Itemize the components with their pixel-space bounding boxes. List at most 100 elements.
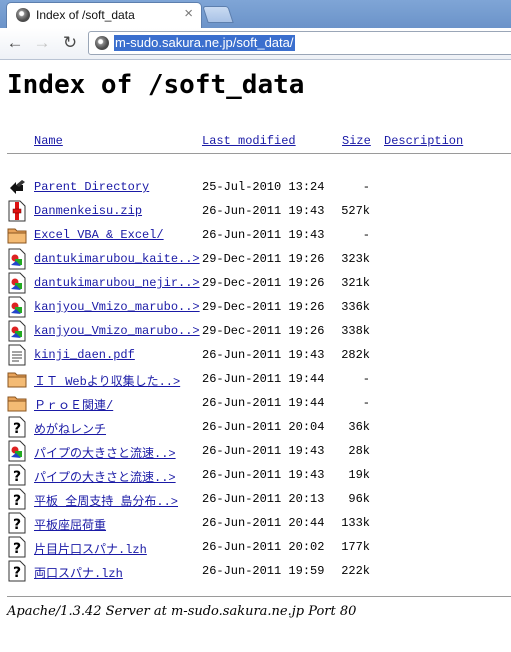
size-value: - [362, 180, 370, 194]
last-modified-value: 26-Jun-2011 19:43 [202, 468, 325, 482]
svg-text:?: ? [13, 517, 21, 533]
file-link[interactable]: Parent Directory [34, 180, 149, 194]
list-item: ? パイプの大きさと流速..> 26-Jun-2011 19:43 19k [0, 464, 511, 488]
globe-icon [16, 8, 30, 22]
size-value: - [362, 396, 370, 410]
column-header-last-modified[interactable]: Last modified [202, 134, 296, 150]
list-item: kanjyou_Vmizo_marubo..> 29-Dec-2011 19:26… [0, 296, 511, 320]
svg-text:?: ? [13, 541, 21, 557]
image-file-icon [7, 296, 27, 318]
unknown-file-icon: ? [7, 488, 27, 510]
file-link[interactable]: kanjyou_Vmizo_marubo..> [34, 300, 200, 314]
last-modified-value: 26-Jun-2011 20:02 [202, 540, 325, 554]
image-file-icon [7, 248, 27, 270]
address-bar-url[interactable]: m-sudo.sakura.ne.jp/soft_data/ [114, 35, 295, 51]
reload-icon[interactable]: ↻ [59, 32, 81, 54]
last-modified-value: 25-Jul-2010 13:24 [202, 180, 325, 194]
file-link[interactable]: dantukimarubou_nejir..> [34, 276, 200, 290]
size-value: - [362, 228, 370, 242]
file-link[interactable]: dantukimarubou_kaite..> [34, 252, 200, 266]
folder-icon [7, 368, 27, 390]
new-tab-button[interactable] [202, 6, 234, 23]
list-item: Danmenkeisu.zip 26-Jun-2011 19:43 527k [0, 200, 511, 224]
last-modified-value: 29-Dec-2011 19:26 [202, 276, 325, 290]
unknown-file-icon: ? [7, 560, 27, 582]
file-link[interactable]: 両口スパナ.lzh [34, 564, 123, 581]
size-value: 336k [341, 300, 370, 314]
list-item: パイプの大きさと流速..> 26-Jun-2011 19:43 28k [0, 440, 511, 464]
svg-text:?: ? [13, 469, 21, 485]
list-item: ? 両口スパナ.lzh 26-Jun-2011 19:59 222k [0, 560, 511, 584]
column-header-description[interactable]: Description [384, 134, 463, 150]
list-item: ＰｒｏＥ関連/26-Jun-2011 19:44 - [0, 392, 511, 416]
last-modified-value: 26-Jun-2011 19:44 [202, 372, 325, 386]
file-link[interactable]: 片目片口スパナ.lzh [34, 540, 147, 557]
size-value: 177k [341, 540, 370, 554]
last-modified-value: 29-Dec-2011 19:26 [202, 324, 325, 338]
address-bar[interactable]: m-sudo.sakura.ne.jp/soft_data/ [88, 31, 511, 55]
list-item: ? 片目片口スパナ.lzh 26-Jun-2011 20:02 177k [0, 536, 511, 560]
size-value: 222k [341, 564, 370, 578]
compressed-file-icon [7, 200, 27, 222]
list-item: ＩＴ Webより収集した..> 26-Jun-2011 19:44 - [0, 368, 511, 392]
svg-text:?: ? [13, 493, 21, 509]
file-link[interactable]: Excel VBA & Excel/ [34, 228, 164, 242]
image-file-icon [7, 272, 27, 294]
column-header-size[interactable]: Size [342, 134, 371, 150]
close-icon[interactable]: × [184, 6, 193, 22]
svg-text:?: ? [13, 565, 21, 581]
list-item: Excel VBA & Excel/26-Jun-2011 19:43 - [0, 224, 511, 248]
size-value: 321k [341, 276, 370, 290]
unknown-file-icon: ? [7, 464, 27, 486]
list-item: ? 平板 全周支持 島分布..> 26-Jun-2011 20:13 96k [0, 488, 511, 512]
active-tab[interactable]: Index of /soft_data × [6, 2, 202, 28]
file-link[interactable]: めがねレンチ [34, 420, 106, 437]
size-value: 28k [348, 444, 370, 458]
browser-toolbar: ← → ↻ m-sudo.sakura.ne.jp/soft_data/ [0, 28, 511, 60]
image-file-icon [7, 320, 27, 342]
size-value: 282k [341, 348, 370, 362]
unknown-file-icon: ? [7, 512, 27, 534]
file-link[interactable]: 平板座屈荷重 [34, 516, 106, 533]
size-value: 133k [341, 516, 370, 530]
size-value: 36k [348, 420, 370, 434]
last-modified-value: 26-Jun-2011 19:43 [202, 348, 325, 362]
sort-by-name-link[interactable]: Name [34, 134, 63, 148]
last-modified-value: 26-Jun-2011 19:43 [202, 204, 325, 218]
file-link[interactable]: kanjyou_Vmizo_marubo..> [34, 324, 200, 338]
column-header-name[interactable]: Name [34, 134, 63, 150]
file-link[interactable]: ＰｒｏＥ関連/ [34, 396, 113, 413]
back-arrow-icon [7, 176, 27, 198]
list-item: dantukimarubou_nejir..> 29-Dec-2011 19:26… [0, 272, 511, 296]
file-link[interactable]: 平板 全周支持 島分布..> [34, 492, 178, 509]
sort-by-description-link[interactable]: Description [384, 134, 463, 148]
back-arrow-icon[interactable]: ← [4, 32, 26, 54]
file-link[interactable]: Danmenkeisu.zip [34, 204, 142, 218]
file-link[interactable]: ＩＴ Webより収集した..> [34, 372, 180, 389]
forward-arrow-icon[interactable]: → [31, 32, 53, 54]
sort-by-last-modified-link[interactable]: Last modified [202, 134, 296, 148]
tab-strip: Index of /soft_data × [0, 0, 511, 28]
sort-by-size-link[interactable]: Size [342, 134, 371, 148]
divider [7, 153, 511, 154]
last-modified-value: 26-Jun-2011 19:43 [202, 228, 325, 242]
last-modified-value: 26-Jun-2011 19:59 [202, 564, 325, 578]
folder-icon [7, 224, 27, 246]
server-footer: Apache/1.3.42 Server at m-sudo.sakura.ne… [7, 604, 357, 619]
list-item: kanjyou_Vmizo_marubo..> 29-Dec-2011 19:26… [0, 320, 511, 344]
file-link[interactable]: パイプの大きさと流速..> [34, 444, 176, 461]
last-modified-value: 29-Dec-2011 19:26 [202, 300, 325, 314]
globe-icon [95, 36, 109, 50]
file-link[interactable]: パイプの大きさと流速..> [34, 468, 176, 485]
divider [7, 596, 511, 597]
last-modified-value: 26-Jun-2011 20:04 [202, 420, 325, 434]
svg-text:?: ? [13, 421, 21, 437]
list-item: ? めがねレンチ 26-Jun-2011 20:04 36k [0, 416, 511, 440]
last-modified-value: 26-Jun-2011 20:13 [202, 492, 325, 506]
last-modified-value: 26-Jun-2011 20:44 [202, 516, 325, 530]
list-item: ? 平板座屈荷重 26-Jun-2011 20:44 133k [0, 512, 511, 536]
file-link[interactable]: kinji_daen.pdf [34, 348, 135, 362]
size-value: 527k [341, 204, 370, 218]
size-value: 19k [348, 468, 370, 482]
unknown-file-icon: ? [7, 416, 27, 438]
